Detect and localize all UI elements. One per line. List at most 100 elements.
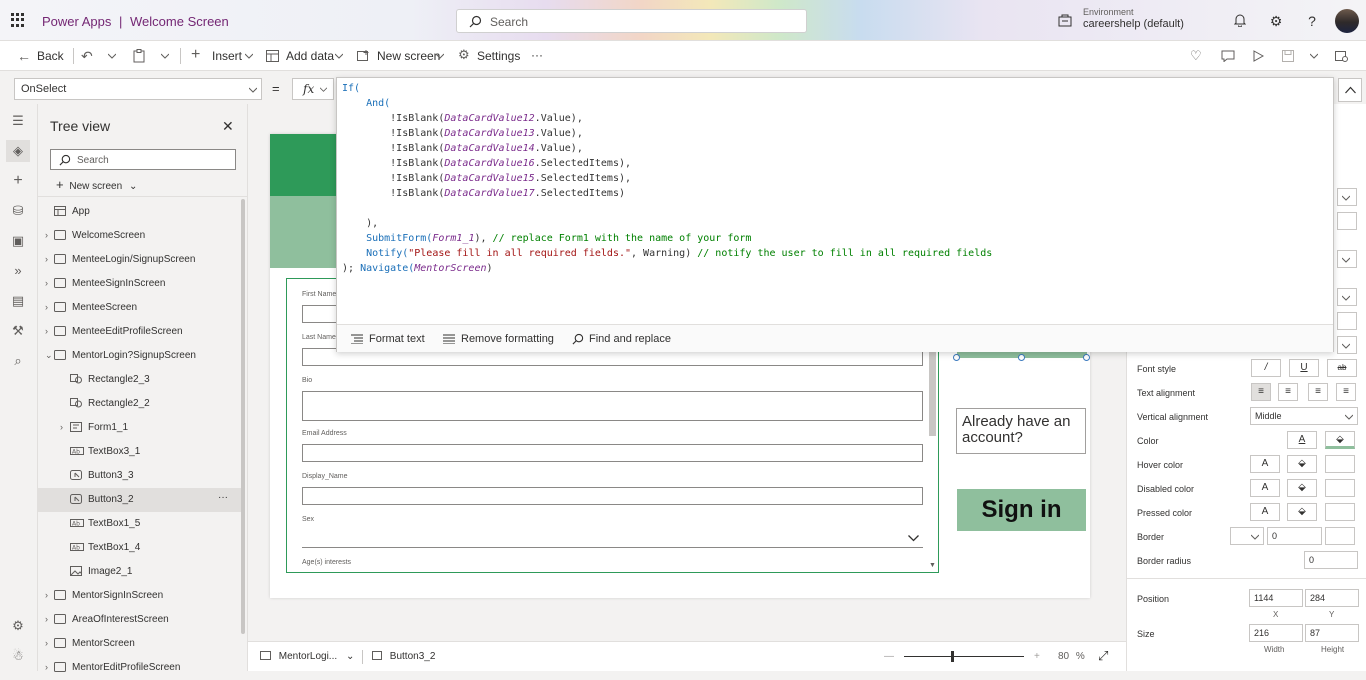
power-automate-icon[interactable]: »	[11, 264, 25, 278]
tree-item[interactable]: › Form1_1	[38, 416, 243, 440]
header-rectangle-dark[interactable]	[270, 134, 336, 196]
insert-button[interactable]: Insert	[212, 49, 242, 63]
tree-item[interactable]: Ab TextBox1_4	[38, 536, 243, 560]
align-justify-icon[interactable]: ≡	[1336, 383, 1356, 401]
formula-line[interactable]: ),	[342, 216, 992, 231]
property-dropdown-partial[interactable]	[1337, 188, 1357, 206]
save-icon[interactable]	[1282, 50, 1294, 62]
resize-handle[interactable]	[1018, 354, 1025, 361]
underline-button[interactable]: U	[1289, 359, 1319, 377]
chevron-right-icon[interactable]: ›	[45, 254, 48, 264]
comments-icon[interactable]	[1221, 50, 1235, 62]
pressed-border-color-swatch[interactable]	[1325, 503, 1355, 521]
zoom-out-button[interactable]: —	[884, 651, 894, 662]
help-icon[interactable]: ?	[1304, 13, 1320, 29]
strikethrough-button[interactable]: ab	[1327, 359, 1357, 377]
zoom-slider-track[interactable]	[904, 656, 1024, 657]
formula-line[interactable]: Notify("Please fill in all required fiel…	[342, 246, 992, 261]
tree-item[interactable]: Rectangle2_3	[38, 368, 243, 392]
tree-item[interactable]: › MentorEditProfileScreen	[38, 656, 243, 680]
tree-item[interactable]: › MenteeSignInScreen	[38, 272, 243, 296]
tree-item[interactable]: App	[38, 200, 243, 224]
tree-item[interactable]: › MentorScreen	[38, 632, 243, 656]
insert-plus-icon[interactable]: +	[11, 173, 25, 189]
tree-search-input[interactable]: Search	[50, 149, 236, 170]
form-field-input[interactable]	[302, 444, 923, 462]
environment-value[interactable]: careershelp (default)	[1083, 18, 1184, 30]
app-launcher-icon[interactable]	[11, 13, 25, 27]
form-scrollbar[interactable]	[929, 351, 936, 436]
formula-code[interactable]: If( And( !IsBlank(DataCardValue12.Value)…	[342, 81, 992, 276]
settings-button[interactable]: Settings	[477, 49, 520, 63]
scroll-down-arrow-icon[interactable]: ▼	[929, 562, 936, 569]
undo-chevron-down-icon[interactable]	[108, 52, 116, 60]
environment-icon[interactable]	[1058, 14, 1072, 27]
tree-item[interactable]: › WelcomeScreen	[38, 224, 243, 248]
chevron-right-icon[interactable]: ›	[45, 302, 48, 312]
tree-view-layers-icon[interactable]: ◈	[6, 140, 30, 162]
tree-item[interactable]: › MenteeEditProfileScreen	[38, 320, 243, 344]
tree-item[interactable]: ⌄ MentorLogin?SignupScreen	[38, 344, 243, 368]
clipboard-icon[interactable]	[133, 49, 145, 63]
fx-function-button[interactable]: fx	[292, 78, 334, 100]
pressed-text-color-icon[interactable]: A	[1250, 503, 1280, 521]
global-search-box[interactable]: Search	[456, 9, 807, 33]
chevron-right-icon[interactable]: ›	[45, 614, 48, 624]
more-commands-button[interactable]: ···	[531, 48, 543, 62]
fit-to-window-icon[interactable]: ⤢	[1098, 648, 1108, 664]
new-screen-button[interactable]: New screen	[377, 49, 440, 63]
formula-line[interactable]: And(	[342, 96, 992, 111]
text-color-icon[interactable]: A	[1287, 431, 1317, 449]
undo-icon[interactable]: ↶	[81, 48, 93, 65]
property-dropdown[interactable]: OnSelect	[14, 78, 262, 100]
property-dropdown-partial[interactable]	[1337, 288, 1357, 306]
tree-item[interactable]: Ab TextBox1_5	[38, 512, 243, 536]
hover-text-color-icon[interactable]: A	[1250, 455, 1280, 473]
user-avatar[interactable]	[1335, 9, 1359, 33]
formula-line[interactable]: !IsBlank(DataCardValue12.Value),	[342, 111, 992, 126]
form-field-input[interactable]	[302, 487, 923, 505]
formula-line[interactable]	[342, 201, 992, 216]
border-radius-input[interactable]: 0	[1304, 551, 1358, 569]
position-x-input[interactable]: 1144	[1249, 589, 1303, 607]
height-input[interactable]: 87	[1305, 624, 1359, 642]
form-field-input[interactable]	[302, 391, 923, 421]
chevron-right-icon[interactable]: ›	[45, 590, 48, 600]
disabled-border-color-swatch[interactable]	[1325, 479, 1355, 497]
fill-color-icon[interactable]: ⬙	[1325, 431, 1355, 449]
publish-icon[interactable]	[1335, 50, 1348, 62]
property-input-partial[interactable]	[1337, 312, 1357, 330]
tree-item[interactable]: Rectangle2_2	[38, 392, 243, 416]
notifications-icon[interactable]	[1232, 13, 1248, 29]
chevron-right-icon[interactable]: ›	[45, 326, 48, 336]
media-icon[interactable]: ▣	[11, 234, 25, 248]
data-cylinder-icon[interactable]: ⛁	[11, 204, 25, 218]
app-checker-icon[interactable]: ♡	[1190, 48, 1202, 64]
zoom-slider-thumb[interactable]	[951, 651, 954, 662]
chevron-right-icon[interactable]: ›	[45, 638, 48, 648]
disabled-fill-color-icon[interactable]: ⬙	[1287, 479, 1317, 497]
header-rectangle-light[interactable]	[270, 196, 336, 230]
hover-fill-color-icon[interactable]: ⬙	[1287, 455, 1317, 473]
tree-item[interactable]: › MenteeScreen	[38, 296, 243, 320]
tree-item[interactable]: Button3_2 ···	[38, 488, 243, 512]
formula-line[interactable]: !IsBlank(DataCardValue17.SelectedItems)	[342, 186, 992, 201]
tree-item[interactable]: Image2_1	[38, 560, 243, 584]
formula-line[interactable]: !IsBlank(DataCardValue14.Value),	[342, 141, 992, 156]
tree-item[interactable]: › AreaOfInterestScreen	[38, 608, 243, 632]
zoom-in-button[interactable]: +	[1034, 651, 1040, 662]
remove-formatting-button[interactable]: Remove formatting	[461, 333, 554, 345]
formula-line[interactable]: !IsBlank(DataCardValue16.SelectedItems),	[342, 156, 992, 171]
settings-rail-icon[interactable]: ⚙	[11, 619, 25, 633]
hamburger-menu-icon[interactable]: ☰	[11, 114, 25, 128]
align-right-icon[interactable]: ≡	[1308, 383, 1328, 401]
tree-item[interactable]: › MenteeLogin/SignupScreen	[38, 248, 243, 272]
resize-handle[interactable]	[953, 354, 960, 361]
pressed-fill-color-icon[interactable]: ⬙	[1287, 503, 1317, 521]
search-rail-icon[interactable]: ⌕	[11, 354, 25, 368]
control-breadcrumb[interactable]: Button3_2	[372, 651, 435, 662]
hover-border-color-swatch[interactable]	[1325, 455, 1355, 473]
property-dropdown-partial[interactable]	[1337, 336, 1357, 354]
property-dropdown-partial[interactable]	[1337, 250, 1357, 268]
new-screen-chevron-down-icon[interactable]	[436, 52, 444, 60]
